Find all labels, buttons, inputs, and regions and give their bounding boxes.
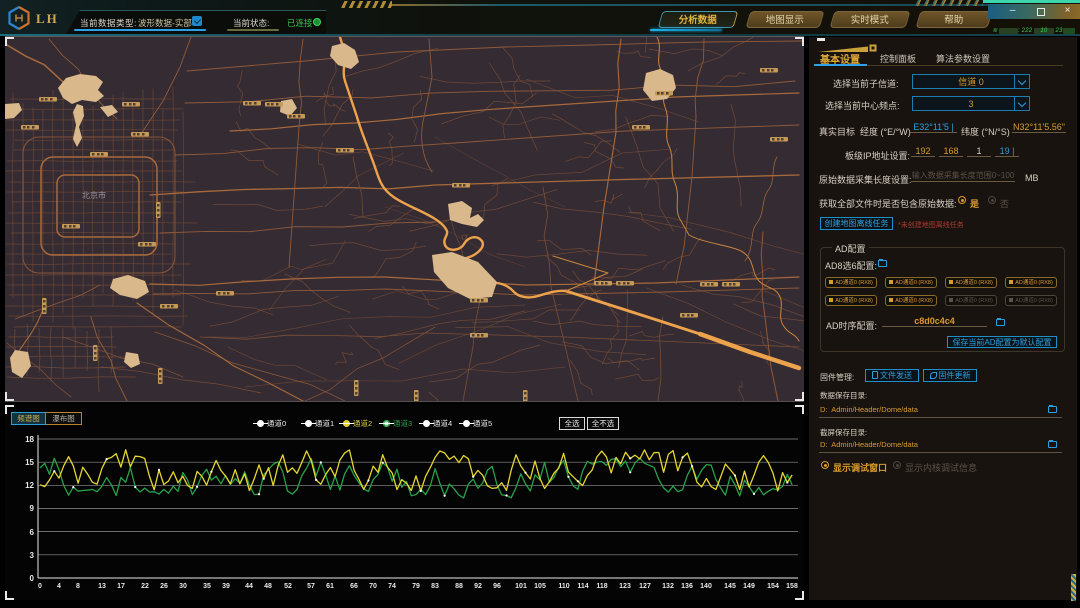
svg-text:66: 66 <box>350 583 358 590</box>
svg-text:17: 17 <box>117 583 125 590</box>
svg-text:83: 83 <box>431 583 439 590</box>
svg-text:140: 140 <box>700 583 712 590</box>
svg-text:154: 154 <box>767 583 779 590</box>
svg-text:3: 3 <box>30 551 35 560</box>
svg-text:110: 110 <box>558 583 569 590</box>
svg-text:132: 132 <box>662 583 674 590</box>
svg-text:6: 6 <box>30 528 35 537</box>
svg-text:22: 22 <box>141 583 149 590</box>
svg-text:114: 114 <box>577 583 588 590</box>
svg-text:92: 92 <box>474 583 482 590</box>
svg-text:44: 44 <box>245 583 253 590</box>
svg-text:12: 12 <box>25 481 34 490</box>
svg-text:136: 136 <box>681 583 693 590</box>
svg-text:149: 149 <box>743 583 755 590</box>
svg-text:70: 70 <box>369 583 377 590</box>
svg-text:9: 9 <box>30 504 35 513</box>
svg-text:13: 13 <box>98 583 106 590</box>
svg-text:8: 8 <box>76 583 80 590</box>
svg-text:96: 96 <box>493 583 501 590</box>
svg-text:127: 127 <box>639 583 651 590</box>
svg-text:30: 30 <box>179 583 187 590</box>
svg-text:101: 101 <box>515 583 527 590</box>
svg-text:4: 4 <box>57 583 61 590</box>
svg-text:39: 39 <box>222 583 230 590</box>
svg-text:88: 88 <box>455 583 463 590</box>
svg-text:158: 158 <box>786 583 798 590</box>
svg-text:北京市: 北京市 <box>82 190 106 200</box>
svg-text:79: 79 <box>412 583 420 590</box>
svg-text:118: 118 <box>596 583 607 590</box>
svg-text:0: 0 <box>30 574 35 583</box>
svg-text:105: 105 <box>534 583 546 590</box>
svg-text:35: 35 <box>203 583 211 590</box>
svg-text:61: 61 <box>326 583 334 590</box>
svg-text:48: 48 <box>264 583 272 590</box>
svg-text:74: 74 <box>388 583 396 590</box>
svg-text:0: 0 <box>38 583 42 590</box>
svg-text:145: 145 <box>724 583 736 590</box>
svg-text:57: 57 <box>307 583 315 590</box>
svg-text:18: 18 <box>25 435 34 444</box>
svg-text:52: 52 <box>284 583 292 590</box>
svg-text:15: 15 <box>25 458 34 467</box>
svg-text:123: 123 <box>619 583 631 590</box>
svg-text:26: 26 <box>160 583 168 590</box>
